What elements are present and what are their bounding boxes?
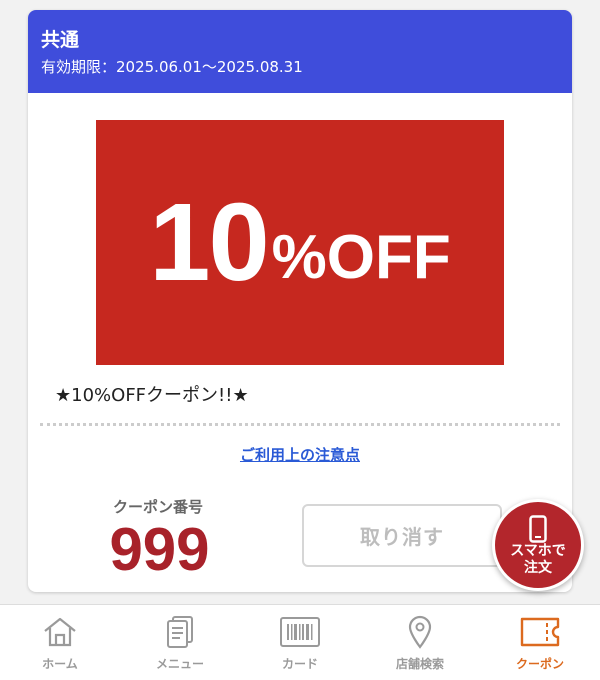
coupon-page: 共通 有効期限：2025.06.01～2025.08.31 10 %OFF ★1… <box>0 0 600 680</box>
banner-suffix: %OFF <box>271 222 451 292</box>
bottom-nav: ホーム メニュー カード 店舗検索 クーポン <box>0 604 600 680</box>
coupon-name: ★10%OFFクーポン!!★ <box>55 385 249 406</box>
nav-item-card[interactable]: カード <box>240 605 360 680</box>
nav-label-card: カード <box>281 657 318 671</box>
nav-label-menu: メニュー <box>155 657 204 671</box>
coupon-category: 共通 <box>41 29 80 51</box>
menu-icon <box>164 615 196 649</box>
nav-label-store-search: 店舗検索 <box>395 657 444 671</box>
nav-item-menu[interactable]: メニュー <box>120 605 240 680</box>
order-label-line1: スマホで <box>510 543 566 559</box>
nav-label-coupon: クーポン <box>515 657 564 671</box>
smartphone-icon <box>529 515 547 543</box>
banner-number: 10 <box>149 180 269 304</box>
barcode-card-icon <box>279 615 321 649</box>
dotted-divider <box>40 423 560 426</box>
coupon-card: 共通 有効期限：2025.06.01～2025.08.31 10 %OFF ★1… <box>28 10 572 592</box>
discount-banner: 10 %OFF <box>96 120 504 365</box>
nav-item-store-search[interactable]: 店舗検索 <box>360 605 480 680</box>
coupon-number-value: 999 <box>109 516 210 583</box>
coupon-number-label: クーポン番号 <box>112 498 203 516</box>
coupon-header: 共通 有効期限：2025.06.01～2025.08.31 <box>28 10 572 93</box>
home-icon <box>42 615 78 649</box>
nav-item-coupon[interactable]: クーポン <box>480 605 600 680</box>
nav-label-home: ホーム <box>42 657 78 671</box>
order-label-line2: 注文 <box>524 560 552 576</box>
coupon-validity: 有効期限：2025.06.01～2025.08.31 <box>41 58 303 76</box>
nav-item-home[interactable]: ホーム <box>0 605 120 680</box>
location-pin-icon <box>407 615 433 649</box>
coupon-ticket-icon <box>519 615 561 649</box>
usage-notes-link[interactable]: ご利用上の注意点 <box>28 444 572 465</box>
smartphone-order-button[interactable]: スマホで 注文 <box>492 499 584 591</box>
cancel-button[interactable]: 取り消す <box>302 504 502 567</box>
